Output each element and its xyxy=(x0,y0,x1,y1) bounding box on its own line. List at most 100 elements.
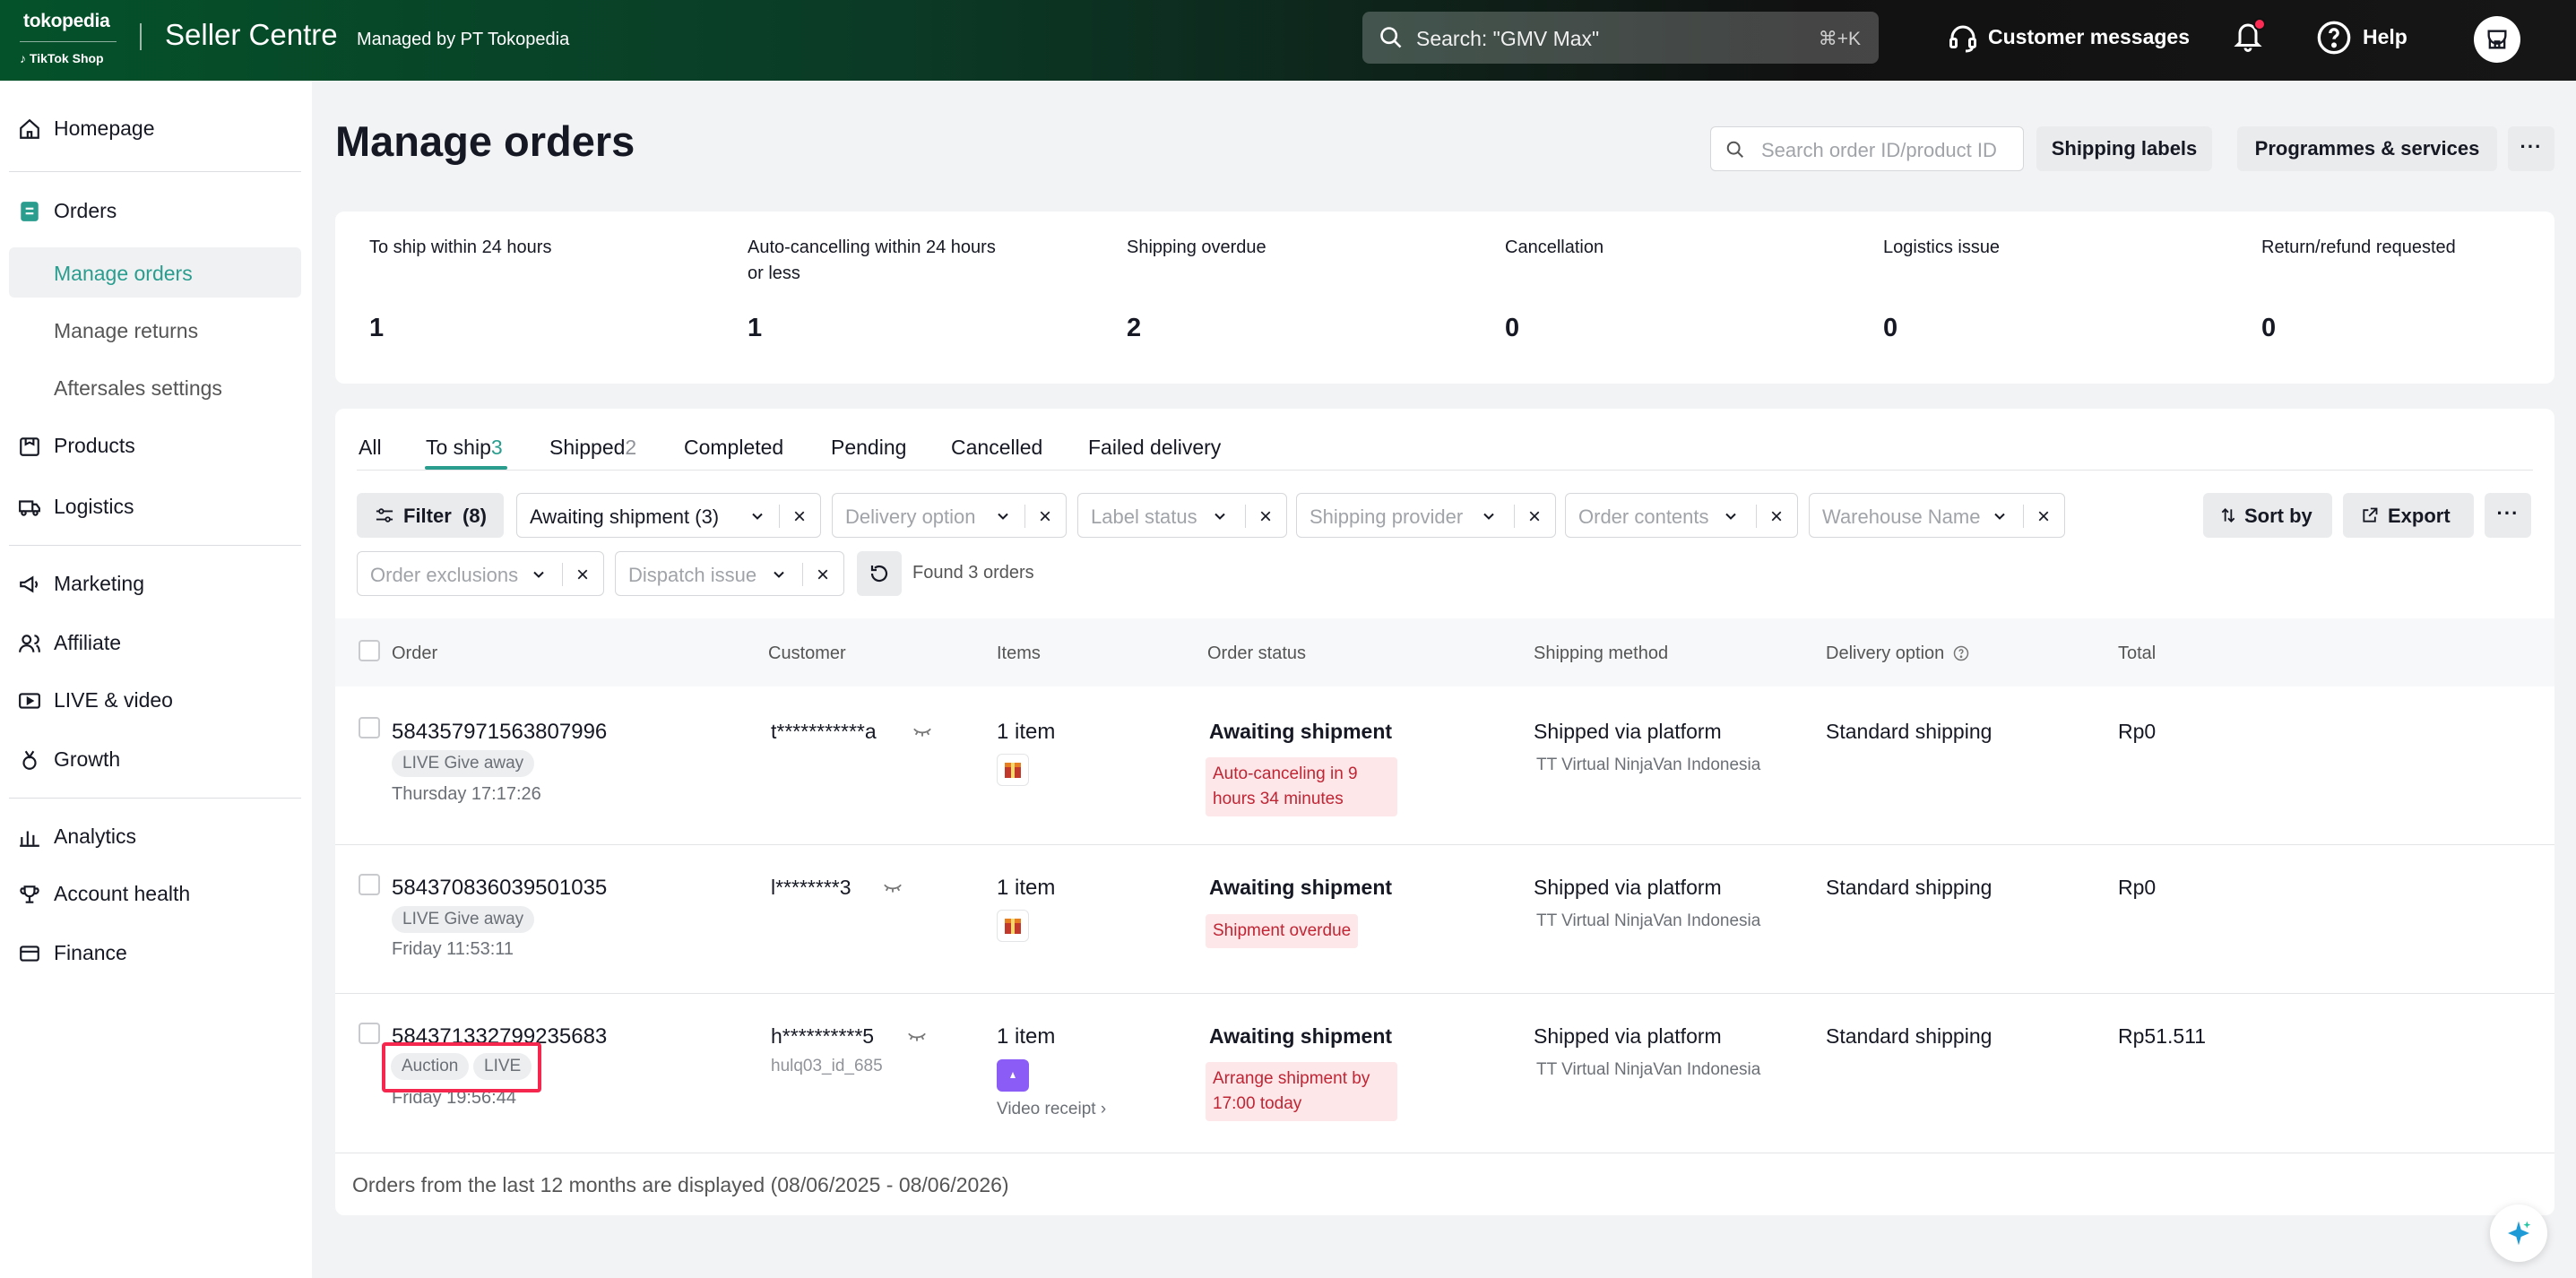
clear-icon[interactable]: × xyxy=(817,563,829,588)
sidebar-item-products[interactable]: Products xyxy=(0,419,312,471)
filter-chip-order-contents[interactable]: Order contents × xyxy=(1565,493,1798,538)
product-thumbnail[interactable] xyxy=(997,910,1029,942)
order-search-input[interactable]: Search order ID/product ID xyxy=(1710,126,2024,171)
brand-logo[interactable]: tokopedia ♪ TikTok Shop xyxy=(20,7,120,66)
filter-chip-dispatch-issue[interactable]: Dispatch issue × xyxy=(615,551,844,596)
order-id-link[interactable]: 584370836039501035 xyxy=(392,876,607,901)
stat-label: Auto-cancelling within 24 hours or less xyxy=(748,237,996,283)
global-search-placeholder: Search: "GMV Max" xyxy=(1416,27,1600,50)
tab-count: 2 xyxy=(625,436,637,459)
sidebar-item-manage-returns[interactable]: Manage returns xyxy=(9,305,301,355)
gift-box-icon xyxy=(1005,919,1021,934)
stat-return-refund[interactable]: Return/refund requested 0 xyxy=(2261,235,2548,342)
sidebar-item-marketing[interactable]: Marketing xyxy=(0,557,312,609)
tab-to-ship[interactable]: To ship3 xyxy=(426,436,503,477)
product-thumbnail[interactable] xyxy=(997,1059,1029,1092)
clear-icon[interactable]: × xyxy=(2037,505,2050,530)
filter-chip-order-exclusions[interactable]: Order exclusions × xyxy=(357,551,604,596)
tab-failed-delivery[interactable]: Failed delivery xyxy=(1088,436,1221,477)
video-receipt-link[interactable]: Video receipt › xyxy=(997,1100,1106,1119)
notifications-button[interactable] xyxy=(2232,18,2268,57)
sidebar-item-account-health[interactable]: Account health xyxy=(0,868,312,920)
stat-cancellation[interactable]: Cancellation 0 xyxy=(1505,235,1792,342)
stat-label: Return/refund requested xyxy=(2261,237,2456,257)
megaphone-icon xyxy=(20,575,38,593)
sidebar-item-label: Manage returns xyxy=(54,319,199,342)
shop-profile-button[interactable] xyxy=(2474,16,2520,63)
shipping-labels-button[interactable]: Shipping labels xyxy=(2036,126,2212,171)
filter-chip-warehouse-name[interactable]: Warehouse Name × xyxy=(1809,493,2065,538)
eye-closed-icon[interactable] xyxy=(912,726,932,738)
tab-count: 3 xyxy=(490,436,503,459)
clear-icon[interactable]: × xyxy=(576,563,589,588)
products-icon xyxy=(20,437,39,456)
stat-auto-cancelling[interactable]: Auto-cancelling within 24 hours or less … xyxy=(748,235,1016,342)
stat-label: Cancellation xyxy=(1505,237,1604,257)
product-thumbnail[interactable] xyxy=(997,754,1029,786)
tokopedia-logo-text: tokopedia xyxy=(23,11,110,31)
order-id-link[interactable]: 584357971563807996 xyxy=(392,720,607,745)
sidebar-item-affiliate[interactable]: Affiliate xyxy=(0,617,312,669)
programmes-services-button[interactable]: Programmes & services xyxy=(2237,126,2497,171)
sort-by-button[interactable]: Sort by xyxy=(2203,493,2332,538)
row-checkbox[interactable] xyxy=(359,874,380,895)
header-more-button[interactable]: ··· xyxy=(2508,126,2554,171)
items-count: 1 item xyxy=(997,720,1056,744)
stat-logistics-issue[interactable]: Logistics issue 0 xyxy=(1883,235,2170,342)
filter-chip-order-status[interactable]: Awaiting shipment (3) × xyxy=(516,493,821,538)
export-button[interactable]: Export xyxy=(2343,493,2474,538)
clear-icon[interactable]: × xyxy=(793,505,806,530)
stat-to-ship-24h[interactable]: To ship within 24 hours 1 xyxy=(369,235,656,342)
sidebar-item-orders[interactable]: Orders xyxy=(0,185,312,237)
chip-divider xyxy=(1514,505,1515,528)
clear-icon[interactable]: × xyxy=(1528,505,1541,530)
global-search[interactable]: Search: "GMV Max" ⌘+K xyxy=(1362,12,1879,64)
select-all-checkbox[interactable] xyxy=(359,640,380,661)
sidebar-item-growth[interactable]: Growth xyxy=(0,733,312,785)
stat-shipping-overdue[interactable]: Shipping overdue 2 xyxy=(1127,235,1413,342)
clear-icon[interactable]: × xyxy=(1039,505,1051,530)
sidebar-item-live-video[interactable]: LIVE & video xyxy=(0,674,312,726)
stat-value: 0 xyxy=(2261,314,2277,342)
sidebar-item-label: Logistics xyxy=(54,495,134,518)
row-divider xyxy=(335,993,2554,994)
sidebar-item-homepage[interactable]: Homepage xyxy=(0,102,312,154)
reset-filters-button[interactable] xyxy=(857,551,902,596)
page-title: Manage orders xyxy=(335,117,635,165)
chip-divider xyxy=(802,563,803,586)
headset-icon xyxy=(1949,25,1976,53)
sidebar-divider xyxy=(9,171,301,172)
row-checkbox[interactable] xyxy=(359,1023,380,1044)
tab-pending[interactable]: Pending xyxy=(831,436,906,477)
filter-chip-label-status[interactable]: Label status × xyxy=(1077,493,1287,538)
tab-cancelled[interactable]: Cancelled xyxy=(951,436,1042,477)
column-header-items: Items xyxy=(997,643,1041,663)
sidebar-item-analytics[interactable]: Analytics xyxy=(0,810,312,862)
chevron-down-icon xyxy=(533,571,544,578)
filter-chip-shipping-provider[interactable]: Shipping provider × xyxy=(1296,493,1556,538)
clear-icon[interactable]: × xyxy=(1259,505,1272,530)
filter-more-button[interactable]: ··· xyxy=(2485,493,2531,538)
sidebar-item-logistics[interactable]: Logistics xyxy=(0,480,312,532)
sidebar-item-manage-orders[interactable]: Manage orders xyxy=(9,247,301,298)
filter-button[interactable]: Filter (8) xyxy=(357,493,504,538)
sidebar-item-finance[interactable]: Finance xyxy=(0,927,312,979)
eye-closed-icon[interactable] xyxy=(883,882,903,894)
sidebar-item-label: Account health xyxy=(54,882,191,905)
tab-shipped[interactable]: Shipped2 xyxy=(549,436,636,477)
delivery-option: Standard shipping xyxy=(1826,1024,1993,1048)
clear-icon[interactable]: × xyxy=(1770,505,1783,530)
chevron-down-icon xyxy=(1725,513,1736,520)
filter-chip-delivery-option[interactable]: Delivery option × xyxy=(832,493,1067,538)
order-status: Awaiting shipment xyxy=(1209,720,1393,743)
tab-completed[interactable]: Completed xyxy=(684,436,783,477)
sidebar-item-aftersales-settings[interactable]: Aftersales settings xyxy=(9,362,301,412)
tab-all[interactable]: All xyxy=(359,436,382,477)
sidebar-item-label: Orders xyxy=(54,199,117,222)
info-icon[interactable] xyxy=(1953,645,1969,661)
trophy-icon xyxy=(20,885,39,903)
auto-cancel-warning: Auto-canceling in 9 hours 34 minutes xyxy=(1206,757,1397,816)
ai-assistant-button[interactable] xyxy=(2490,1205,2547,1262)
eye-closed-icon[interactable] xyxy=(907,1031,927,1043)
row-checkbox[interactable] xyxy=(359,717,380,738)
